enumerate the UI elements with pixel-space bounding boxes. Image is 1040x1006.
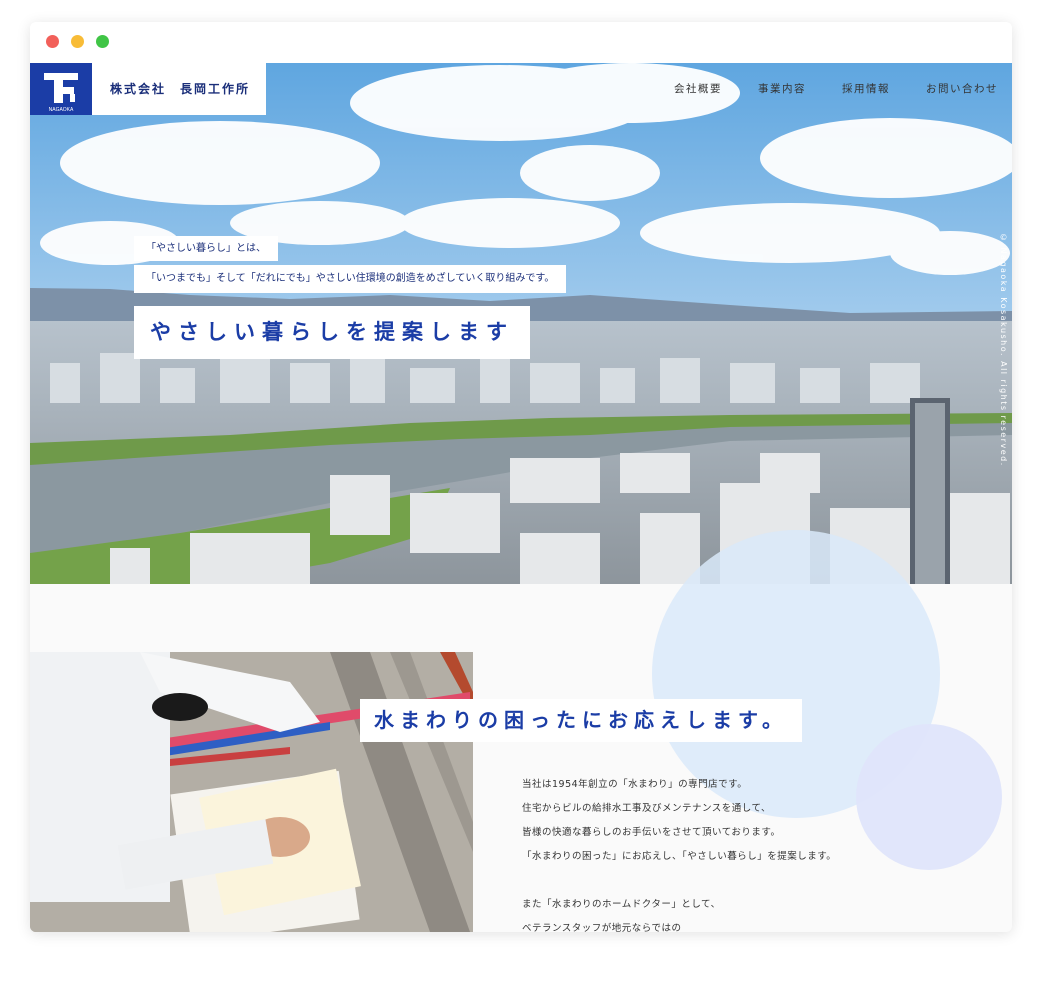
plumbing-work-image [30,652,473,932]
intro-paragraph-spacer [522,869,942,893]
global-nav: 会社概要 事業内容 採用情報 お問い合わせ [674,81,998,96]
copyright-notice: © Nagaoka Kosakusho. All rights reserved… [999,233,1008,467]
nav-item-company[interactable]: 会社概要 [674,81,722,96]
section-heading: 水まわりの困ったにお応えします。 [360,699,802,742]
nav-item-contact[interactable]: お問い合わせ [926,81,998,96]
intro-paragraph-line: 当社は1954年創立の「水まわり」の専門店です。 [522,779,748,790]
nagaoka-logo-icon: NAGAOKA [30,63,92,115]
intro-paragraph-line: 住宅からビルの給排水工事及びメンテナンスを通して、 [522,803,772,814]
hero-headline: やさしい暮らしを提案します [134,306,530,359]
minimize-window-button[interactable] [71,35,84,48]
intro-paragraph-line: 皆様の快適な暮らしのお手伝いをさせて頂いております。 [522,827,781,838]
nav-item-services[interactable]: 事業内容 [758,81,806,96]
intro-paragraph-line: ベテランスタッフが地元ならではの [522,923,682,932]
nav-item-recruit[interactable]: 採用情報 [842,81,890,96]
intro-paragraph-line: また「水まわりのホームドクター」として、 [522,899,721,910]
intro-text: 当社は1954年創立の「水まわり」の専門店です。 住宅からビルの給排水工事及びメ… [522,773,942,932]
svg-text:NAGAOKA: NAGAOKA [49,107,74,113]
zoom-window-button[interactable] [96,35,109,48]
site-logo[interactable]: NAGAOKA 株式会社 長岡工作所 [30,63,266,115]
close-window-button[interactable] [46,35,59,48]
intro-paragraph-line: 「水まわりの困った」にお応えし、「やさしい暮らし」を提案します。 [522,851,837,862]
hero-tagline-2: 「いつまでも」そして「だれにでも」やさしい住環境の創造をめざしていく取り組みです… [134,265,567,293]
hero-tagline-1: 「やさしい暮らし」とは、 [134,236,278,261]
company-name: 株式会社 長岡工作所 [110,82,251,96]
browser-window: NAGAOKA 株式会社 長岡工作所 会社概要 事業内容 採用情報 お問い合わせ… [30,22,1012,932]
window-titlebar [30,22,1012,63]
hero-section: NAGAOKA 株式会社 長岡工作所 会社概要 事業内容 採用情報 お問い合わせ… [30,63,1012,584]
